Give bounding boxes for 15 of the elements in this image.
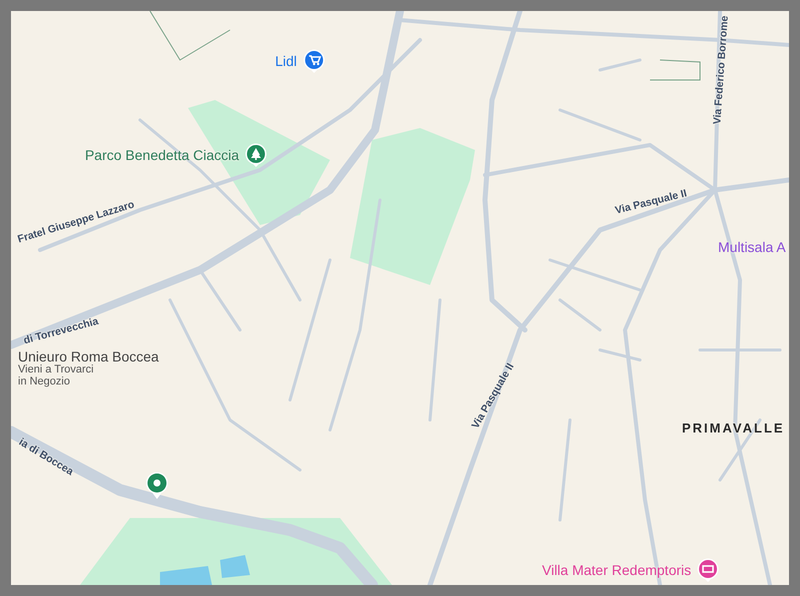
district-name: PRIMAVALLE (682, 420, 785, 436)
street-name: Via Federico Borrome (711, 15, 731, 125)
place-name: Lidl (275, 53, 297, 69)
place-name: Multisala A (718, 239, 786, 255)
place-name: Villa Mater Redemptoris (542, 562, 692, 578)
place-name: Unieuro Roma Boccea (18, 348, 159, 364)
pond-shape (220, 555, 250, 578)
place-name: Parco Benedetta Ciaccia (84, 147, 240, 163)
location-pin-icon[interactable] (145, 471, 169, 501)
bed-icon[interactable] (697, 558, 720, 582)
pond-shape (160, 566, 212, 585)
shopping-cart-icon[interactable] (302, 49, 325, 73)
street-name: Via Pasquale II (614, 187, 688, 217)
place-description: Vieni a Trovarci in Negozio (18, 364, 95, 388)
tree-icon[interactable] (245, 143, 268, 167)
